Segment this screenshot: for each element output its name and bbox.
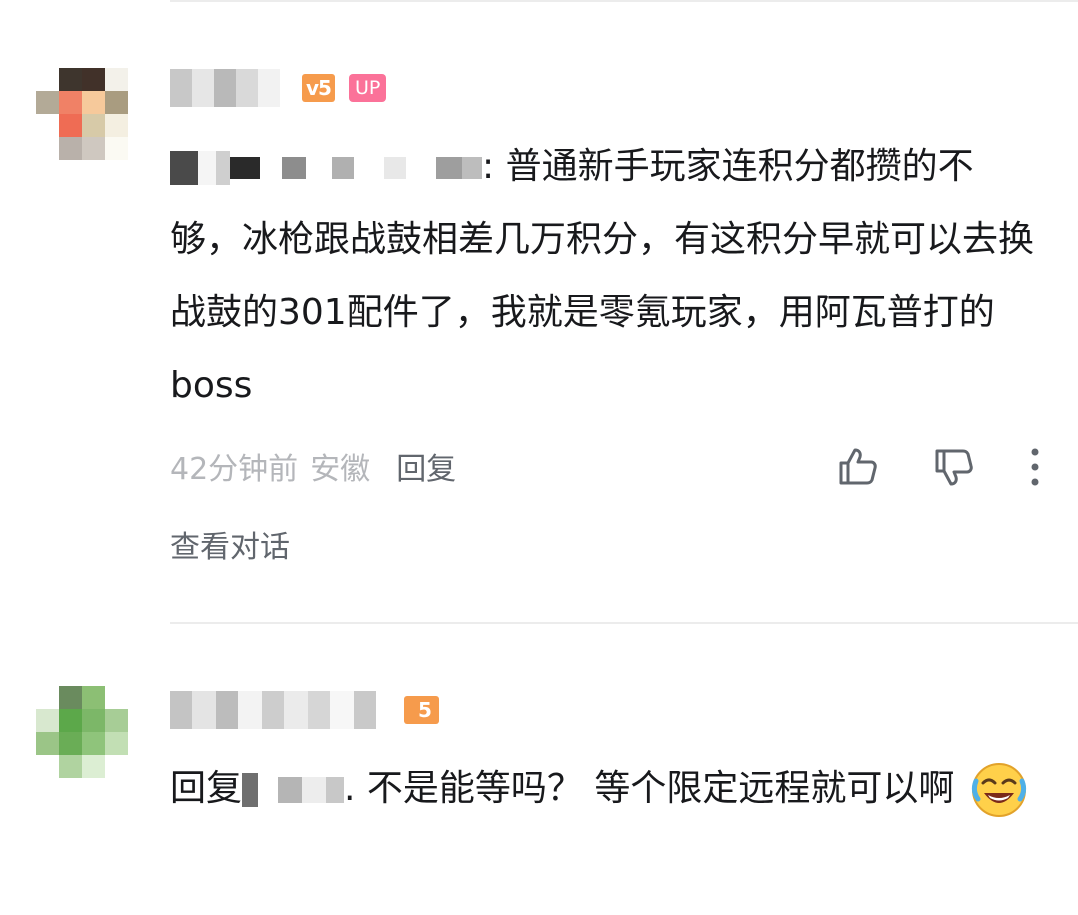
- more-vertical-icon: [1031, 448, 1039, 486]
- laughing-crying-emoji: [970, 761, 1028, 819]
- reply-prefix: 回复: [170, 768, 243, 809]
- comment-location: 安徽: [310, 452, 371, 487]
- avatar[interactable]: [36, 68, 128, 160]
- user-level-badge: 5: [404, 696, 439, 724]
- thumbs-up-icon: [839, 448, 877, 485]
- username-mosaic[interactable]: [170, 691, 396, 729]
- username-mosaic[interactable]: [170, 69, 302, 107]
- reply-button[interactable]: 回复: [396, 444, 456, 488]
- comment-meta: 42分钟前 安徽 回复: [170, 443, 456, 489]
- comment-text: . 不是能等吗？ 等个限定远程就可以啊: [344, 768, 955, 809]
- like-button[interactable]: [834, 442, 882, 490]
- mention-colon: :: [482, 146, 495, 187]
- top-divider: [170, 0, 1078, 2]
- user-level-badge: v5: [302, 74, 335, 102]
- more-button[interactable]: [1018, 444, 1052, 490]
- username-row: v5 UP: [170, 68, 387, 108]
- mention-mosaic[interactable]: [170, 148, 482, 188]
- mention-mosaic[interactable]: [242, 770, 345, 810]
- view-conversation-link[interactable]: 查看对话: [170, 522, 290, 566]
- avatar[interactable]: [36, 686, 128, 778]
- comment-content: 回复 . 不是能等吗？ 等个限定远程就可以啊: [170, 752, 1040, 825]
- comment-time: 42分钟前: [170, 452, 299, 487]
- thumbs-down-icon: [935, 449, 973, 486]
- comment-divider: [170, 622, 1078, 624]
- comment-content: : 普通新手玩家连积分都攒的不够，冰枪跟战鼓相差几万积分，有这积分早就可以去换战…: [170, 130, 1040, 422]
- up-badge: UP: [348, 74, 387, 102]
- username-row: 5: [170, 690, 439, 730]
- dislike-button[interactable]: [930, 444, 978, 492]
